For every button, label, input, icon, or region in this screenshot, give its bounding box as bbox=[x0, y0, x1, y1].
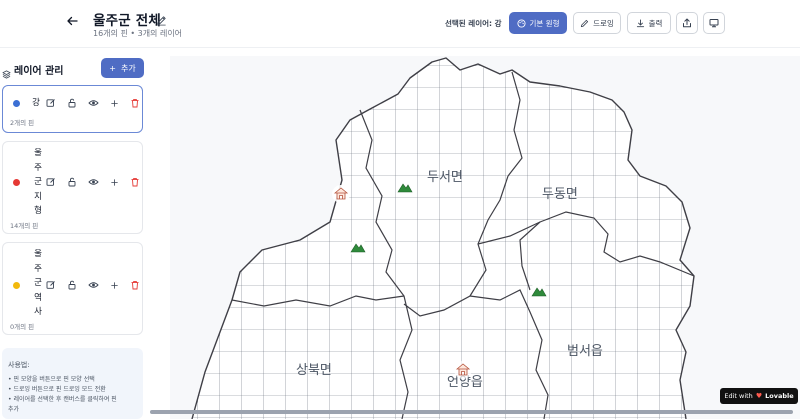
eye-icon bbox=[87, 100, 99, 106]
plus-icon bbox=[110, 281, 118, 289]
lock-layer-button[interactable] bbox=[66, 176, 78, 188]
trash-icon bbox=[131, 177, 139, 187]
add-layer-button[interactable]: + 추가 bbox=[101, 58, 144, 78]
layer-color-dot bbox=[13, 100, 20, 107]
back-button[interactable] bbox=[66, 15, 80, 29]
basic-shape-label: 기본 원형 bbox=[529, 18, 560, 28]
region-label: 두동면 bbox=[542, 187, 578, 202]
edit-with-lovable-badge[interactable]: Edit with ♥ Lovable bbox=[720, 388, 798, 404]
unlock-icon bbox=[68, 177, 76, 187]
edit-icon bbox=[46, 281, 55, 289]
basic-shape-button[interactable]: 기본 원형 bbox=[509, 12, 567, 34]
unlock-icon bbox=[68, 98, 76, 108]
layer-name: 강 bbox=[32, 98, 40, 108]
region-label: 두서면 bbox=[427, 170, 463, 185]
usage-item: • 레이어를 선택한 후 캔버스를 클릭하여 핀 bbox=[8, 396, 117, 403]
edit-layer-button[interactable] bbox=[45, 279, 57, 291]
toggle-visibility-button[interactable] bbox=[87, 279, 99, 291]
heart-icon: ♥ bbox=[755, 392, 763, 400]
usage-title: 사용법: bbox=[8, 361, 30, 369]
arrow-left-icon bbox=[67, 16, 78, 26]
region-label: 범서읍 bbox=[567, 344, 603, 359]
map-marker[interactable] bbox=[396, 179, 414, 197]
map-marker[interactable] bbox=[454, 361, 472, 379]
page-subtitle: 16개의 핀 • 3개의 레이어 bbox=[93, 29, 183, 38]
edit-icon bbox=[157, 16, 166, 26]
delete-layer-button[interactable] bbox=[129, 176, 141, 188]
layer-card[interactable]: 강 2개의 핀 bbox=[2, 85, 143, 133]
toggle-visibility-button[interactable] bbox=[87, 176, 99, 188]
usage-help: 사용법: • 핀 모양을 버튼으로 핀 모양 선택 • 드로잉 버튼으로 핀 드… bbox=[2, 348, 143, 419]
eye-icon bbox=[87, 179, 99, 185]
eye-icon bbox=[87, 282, 99, 288]
horizontal-scrollbar[interactable] bbox=[150, 410, 793, 414]
app-root: 울주군 전체 16개의 핀 • 3개의 레이어 선택된 레이어: 강 기본 원형… bbox=[0, 0, 800, 419]
share-icon bbox=[683, 18, 691, 28]
layer-manager-title: 레이어 관리 bbox=[14, 66, 64, 77]
layer-color-dot bbox=[13, 179, 20, 186]
map-marker[interactable] bbox=[332, 185, 350, 203]
layer-actions bbox=[45, 97, 141, 109]
trash-icon bbox=[131, 98, 139, 108]
export-label: 출력 bbox=[648, 18, 663, 28]
layer-name: 울주군지형 bbox=[34, 148, 42, 216]
edit-layer-button[interactable] bbox=[45, 176, 57, 188]
lock-layer-button[interactable] bbox=[66, 97, 78, 109]
add-pin-button[interactable] bbox=[108, 97, 120, 109]
layer-color-dot bbox=[13, 282, 20, 289]
download-icon bbox=[636, 18, 644, 27]
export-button[interactable]: 출력 bbox=[627, 12, 671, 34]
delete-layer-button[interactable] bbox=[129, 279, 141, 291]
add-layer-label: 추가 bbox=[120, 63, 136, 73]
unlock-icon bbox=[68, 280, 76, 290]
map-marker[interactable] bbox=[349, 239, 367, 257]
add-pin-button[interactable] bbox=[108, 279, 120, 291]
edit-icon bbox=[46, 178, 55, 186]
edit-icon bbox=[46, 99, 55, 107]
trash-icon bbox=[131, 280, 139, 290]
layer-card[interactable]: 울주군지형 14개의 핀 bbox=[2, 141, 143, 234]
pencil-icon bbox=[581, 19, 589, 27]
plus-icon: + bbox=[109, 63, 116, 73]
draw-label: 드로잉 bbox=[593, 18, 614, 28]
map-svg: 두서면 두동면 상북면 언양읍 범서읍 bbox=[170, 56, 800, 419]
draw-button[interactable]: 드로잉 bbox=[573, 12, 621, 34]
usage-item: • 드로잉 버튼으로 핀 드로잉 모드 전환 bbox=[8, 386, 106, 393]
layers-icon bbox=[2, 64, 11, 83]
layer-pin-count: 14개의 핀 bbox=[10, 222, 39, 230]
map-marker[interactable] bbox=[530, 283, 548, 301]
delete-layer-button[interactable] bbox=[129, 97, 141, 109]
edit-title-button[interactable] bbox=[156, 11, 168, 26]
badge-brand: Lovable bbox=[765, 392, 794, 400]
layer-name: 울주군역사 bbox=[34, 249, 42, 317]
layer-card[interactable]: 울주군역사 0개의 핀 bbox=[2, 242, 143, 335]
layer-pin-count: 2개의 핀 bbox=[10, 119, 35, 127]
lock-layer-button[interactable] bbox=[66, 279, 78, 291]
region-label: 상북면 bbox=[296, 363, 332, 378]
layer-pin-count: 0개의 핀 bbox=[10, 323, 35, 331]
present-button[interactable] bbox=[703, 12, 725, 34]
plus-icon bbox=[110, 99, 118, 107]
usage-item: • 핀 모양을 버튼으로 핀 모양 선택 bbox=[8, 376, 95, 383]
header: 울주군 전체 16개의 핀 • 3개의 레이어 선택된 레이어: 강 기본 원형… bbox=[0, 0, 800, 48]
share-button[interactable] bbox=[676, 12, 698, 34]
monitor-icon bbox=[709, 19, 719, 28]
layer-actions bbox=[45, 279, 141, 291]
usage-item: 추가 bbox=[8, 406, 20, 413]
palette-icon bbox=[516, 18, 526, 28]
edit-layer-button[interactable] bbox=[45, 97, 57, 109]
badge-text: Edit with bbox=[724, 392, 753, 400]
layer-actions bbox=[45, 176, 141, 188]
page-title: 울주군 전체 bbox=[93, 13, 161, 29]
add-pin-button[interactable] bbox=[108, 176, 120, 188]
selected-layer-indicator: 선택된 레이어: 강 bbox=[445, 19, 502, 28]
toggle-visibility-button[interactable] bbox=[87, 97, 99, 109]
plus-icon bbox=[110, 178, 118, 186]
map-canvas[interactable]: 두서면 두동면 상북면 언양읍 범서읍 bbox=[170, 56, 800, 419]
